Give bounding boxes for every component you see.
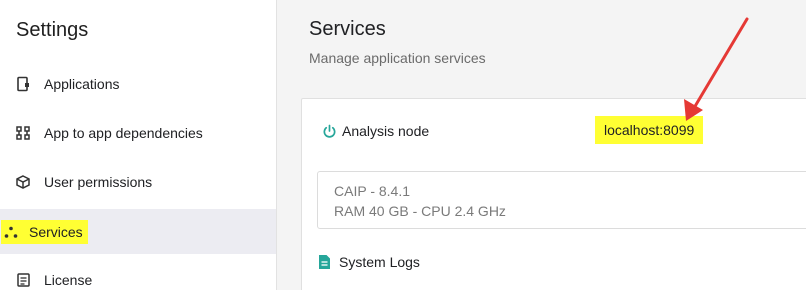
node-info-box: CAIP - 8.4.1 RAM 40 GB - CPU 2.4 GHz (317, 171, 806, 229)
node-resources: RAM 40 GB - CPU 2.4 GHz (334, 203, 506, 219)
sidebar-item-app-dependencies[interactable]: App to app dependencies (0, 110, 276, 155)
system-logs-label: System Logs (339, 254, 420, 270)
license-icon (15, 272, 31, 288)
sidebar: Settings Applications App to app depende… (0, 0, 277, 290)
sidebar-item-label: Applications (44, 75, 120, 92)
analysis-node-row: Analysis node (322, 123, 429, 139)
power-icon[interactable] (322, 124, 337, 139)
sidebar-item-applications[interactable]: Applications (0, 61, 276, 106)
sidebar-item-label: License (44, 271, 93, 288)
node-version: CAIP - 8.4.1 (334, 183, 411, 199)
node-host: localhost:8099 (595, 116, 704, 144)
sidebar-item-license[interactable]: License (0, 257, 276, 290)
sidebar-item-user-permissions[interactable]: User permissions (0, 159, 276, 204)
sidebar-item-label: Services (29, 223, 83, 240)
service-card: Analysis node localhost:8099 CAIP - 8.4.… (301, 98, 806, 290)
applications-icon (15, 76, 31, 92)
document-icon (318, 254, 331, 270)
sidebar-item-services[interactable]: Services (0, 209, 276, 254)
cube-icon (15, 174, 31, 190)
dependencies-icon (15, 125, 31, 141)
page-subtitle: Manage application services (309, 50, 486, 66)
node-name: Analysis node (342, 123, 430, 139)
services-highlight: Services (1, 219, 88, 244)
sidebar-item-label: User permissions (44, 173, 153, 190)
sidebar-item-label: App to app dependencies (44, 124, 203, 141)
system-logs-link[interactable]: System Logs (318, 254, 420, 270)
page-title: Services (309, 18, 386, 40)
sidebar-title: Settings (16, 19, 89, 41)
services-icon (3, 224, 19, 240)
